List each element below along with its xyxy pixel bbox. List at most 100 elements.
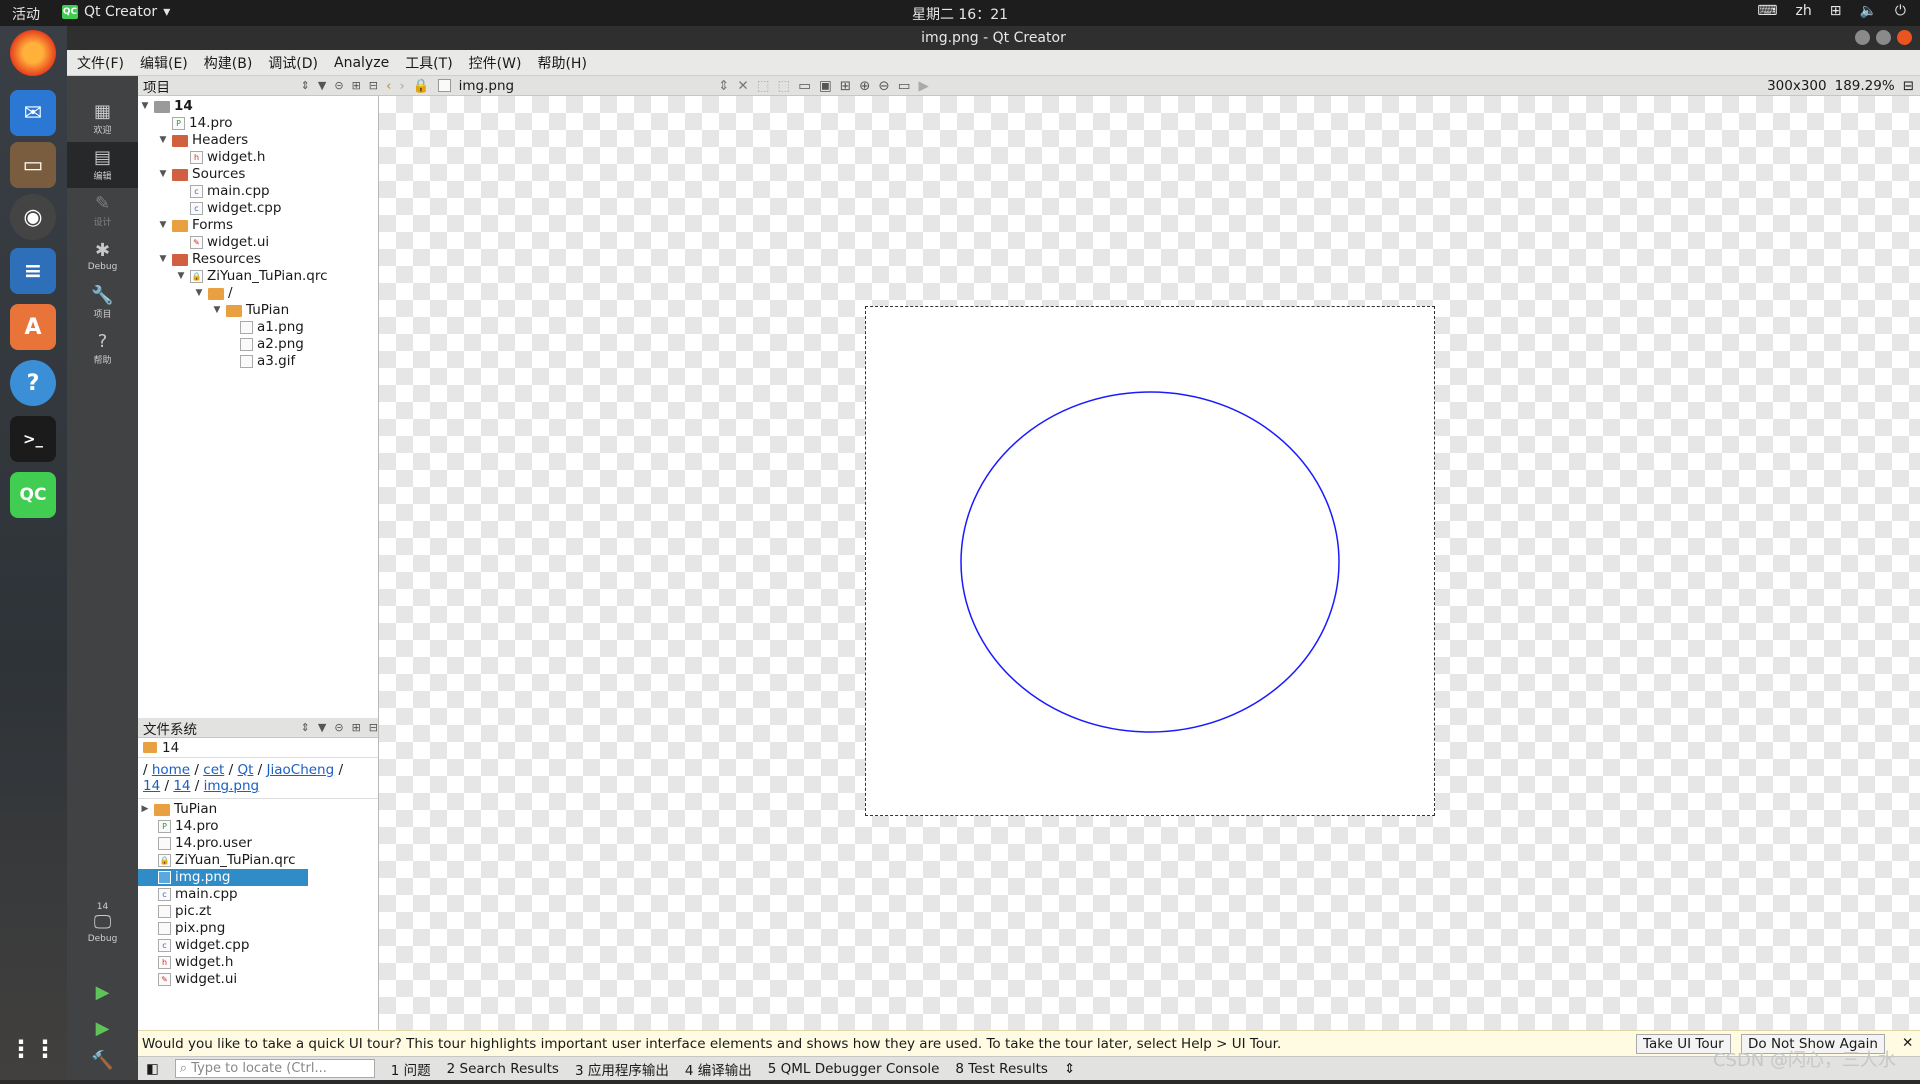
back-icon[interactable]: ‹ bbox=[386, 78, 391, 94]
mode-welcome[interactable]: ▦ 欢迎 bbox=[67, 96, 138, 142]
tab-compile-output[interactable]: 4 编译输出 bbox=[685, 1059, 752, 1079]
tree-item[interactable]: ▼ / bbox=[194, 285, 233, 302]
tab-application-output[interactable]: 3 应用程序输出 bbox=[575, 1059, 669, 1079]
tree-item[interactable]: ▼ Headers bbox=[158, 132, 249, 149]
menu-help[interactable]: 帮助(H) bbox=[537, 53, 586, 73]
close-panel-icon[interactable]: ⊟ bbox=[369, 721, 378, 734]
filesystem-panel-title[interactable]: 文件系统 bbox=[143, 718, 197, 738]
split-editor-icon[interactable]: ⊟ bbox=[1903, 78, 1914, 94]
mode-edit[interactable]: ▤ 编辑 bbox=[67, 142, 138, 188]
menu-tools[interactable]: 工具(T) bbox=[405, 53, 452, 73]
close-notice-icon[interactable]: ✕ bbox=[1902, 1035, 1913, 1051]
zoom-out-icon[interactable]: ⊖ bbox=[878, 78, 889, 94]
power-icon[interactable]: ⏻ bbox=[1895, 3, 1906, 19]
image-viewer-canvas[interactable] bbox=[378, 96, 1920, 1030]
forward-icon[interactable]: › bbox=[399, 78, 404, 94]
filter-icon[interactable]: ▼ bbox=[318, 79, 326, 92]
file-item[interactable]: pic.zt bbox=[158, 903, 211, 920]
sort-icon[interactable]: ⇕ bbox=[301, 79, 310, 92]
tree-item[interactable]: ▼ Forms bbox=[158, 217, 234, 234]
tree-item[interactable]: c main.cpp bbox=[176, 183, 270, 200]
software-center-icon[interactable]: A bbox=[10, 304, 56, 350]
folder-combo[interactable]: 14 bbox=[138, 738, 378, 758]
qt-creator-dock-icon[interactable]: QC bbox=[10, 472, 56, 518]
build-button[interactable]: 🔨 bbox=[67, 1038, 138, 1084]
language-indicator[interactable]: zh bbox=[1796, 3, 1812, 19]
close-panel-icon[interactable]: ⊟ bbox=[369, 79, 378, 92]
menu-file[interactable]: 文件(F) bbox=[77, 53, 124, 73]
tree-item[interactable]: ▼ 14 bbox=[140, 98, 193, 115]
file-item[interactable]: c main.cpp bbox=[158, 886, 238, 903]
maximize-button[interactable] bbox=[1876, 30, 1891, 45]
tree-item[interactable]: P 14.pro bbox=[158, 115, 233, 132]
clock[interactable]: 星期二 16：21 bbox=[0, 4, 1920, 24]
tree-item[interactable]: ▼ TuPian bbox=[212, 302, 290, 319]
link-icon[interactable]: ⊝ bbox=[334, 79, 343, 92]
fit-icon[interactable]: ⊞ bbox=[840, 78, 851, 94]
terminal-icon[interactable]: >_ bbox=[10, 416, 56, 462]
crumb-jiaocheng[interactable]: JiaoCheng bbox=[267, 762, 335, 778]
zoom-in-icon[interactable]: ⊕ bbox=[859, 78, 870, 94]
background-icon[interactable]: ▭ bbox=[798, 78, 811, 94]
crumb-home[interactable]: home bbox=[152, 762, 190, 778]
menu-widgets[interactable]: 控件(W) bbox=[469, 53, 522, 73]
link-icon[interactable]: ⊝ bbox=[334, 721, 343, 734]
rhythmbox-icon[interactable]: ◉ bbox=[10, 194, 56, 240]
crumb-qt[interactable]: Qt bbox=[237, 762, 253, 778]
minimize-button[interactable] bbox=[1855, 30, 1870, 45]
file-item[interactable]: pix.png bbox=[158, 920, 225, 937]
app-menu[interactable]: QC Qt Creator ▾ bbox=[62, 4, 170, 20]
file-item[interactable]: 🔒 ZiYuan_TuPian.qrc bbox=[158, 852, 296, 869]
mode-projects[interactable]: 🔧 项目 bbox=[67, 280, 138, 326]
open-document-combo[interactable]: img.png bbox=[459, 78, 514, 94]
files-icon[interactable]: ▭ bbox=[10, 142, 56, 188]
sidebar-toggle-icon[interactable]: ◧ bbox=[146, 1061, 159, 1077]
outline-icon[interactable]: ▣ bbox=[819, 78, 832, 94]
file-item[interactable]: 14.pro.user bbox=[158, 835, 252, 852]
crumb-14-b[interactable]: 14 bbox=[173, 778, 190, 794]
tree-item[interactable]: c widget.cpp bbox=[176, 200, 281, 217]
tree-item[interactable]: h widget.h bbox=[176, 149, 265, 166]
network-icon[interactable]: ⊞ bbox=[1830, 3, 1842, 19]
file-item[interactable]: ▶ TuPian bbox=[140, 801, 218, 818]
combo-arrow-icon[interactable]: ⇕ bbox=[718, 78, 729, 94]
file-item[interactable]: ✎ widget.ui bbox=[158, 971, 237, 988]
tab-search-results[interactable]: 2 Search Results bbox=[447, 1061, 559, 1077]
close-document-icon[interactable]: ✕ bbox=[737, 78, 748, 94]
writer-icon[interactable]: ≡ bbox=[10, 248, 56, 294]
tree-item[interactable]: ▼ Sources bbox=[158, 166, 246, 183]
file-item-selected[interactable]: img.png bbox=[138, 869, 308, 886]
more-tabs-icon[interactable]: ⇕ bbox=[1064, 1061, 1075, 1077]
help-icon[interactable]: ? bbox=[10, 360, 56, 406]
menu-edit[interactable]: 编辑(E) bbox=[140, 53, 188, 73]
tree-item[interactable]: a1.png bbox=[240, 319, 304, 336]
locator-input[interactable]: ⌕ Type to locate (Ctrl... bbox=[174, 1059, 375, 1078]
original-size-icon[interactable]: ▭ bbox=[898, 78, 911, 94]
menu-debug[interactable]: 调试(D) bbox=[268, 53, 318, 73]
mode-design[interactable]: ✎ 设计 bbox=[67, 188, 138, 234]
firefox-icon[interactable] bbox=[10, 30, 56, 76]
export-multi-icon[interactable]: ⬚ bbox=[777, 78, 790, 94]
volume-icon[interactable]: 🔈 bbox=[1859, 3, 1876, 19]
tree-item[interactable]: a3.gif bbox=[240, 353, 295, 370]
mode-help[interactable]: ? 帮助 bbox=[67, 326, 138, 372]
export-icon[interactable]: ⬚ bbox=[757, 78, 770, 94]
file-item[interactable]: h widget.h bbox=[158, 954, 233, 971]
mode-debug[interactable]: ✱ Debug bbox=[67, 234, 138, 280]
tree-item[interactable]: a2.png bbox=[240, 336, 304, 353]
filter-icon[interactable]: ▼ bbox=[318, 721, 326, 734]
thunderbird-icon[interactable]: ✉ bbox=[10, 90, 56, 136]
sort-icon[interactable]: ⇕ bbox=[301, 721, 310, 734]
tree-item[interactable]: ▼ Resources bbox=[158, 251, 261, 268]
apps-grid-icon[interactable]: ⋮⋮ bbox=[9, 1026, 57, 1072]
play-animation-icon[interactable]: ▶ bbox=[918, 78, 928, 94]
menu-analyze[interactable]: Analyze bbox=[334, 55, 389, 71]
split-icon[interactable]: ⊞ bbox=[352, 721, 361, 734]
tab-issues[interactable]: 1 问题 bbox=[391, 1059, 431, 1079]
tree-item[interactable]: ✎ widget.ui bbox=[176, 234, 269, 251]
split-icon[interactable]: ⊞ bbox=[352, 79, 361, 92]
menu-build[interactable]: 构建(B) bbox=[204, 53, 253, 73]
tree-item[interactable]: ▼ 🔒 ZiYuan_TuPian.qrc bbox=[176, 268, 328, 285]
tab-qml-debugger-console[interactable]: 5 QML Debugger Console bbox=[768, 1061, 940, 1077]
crumb-14-a[interactable]: 14 bbox=[143, 778, 160, 794]
